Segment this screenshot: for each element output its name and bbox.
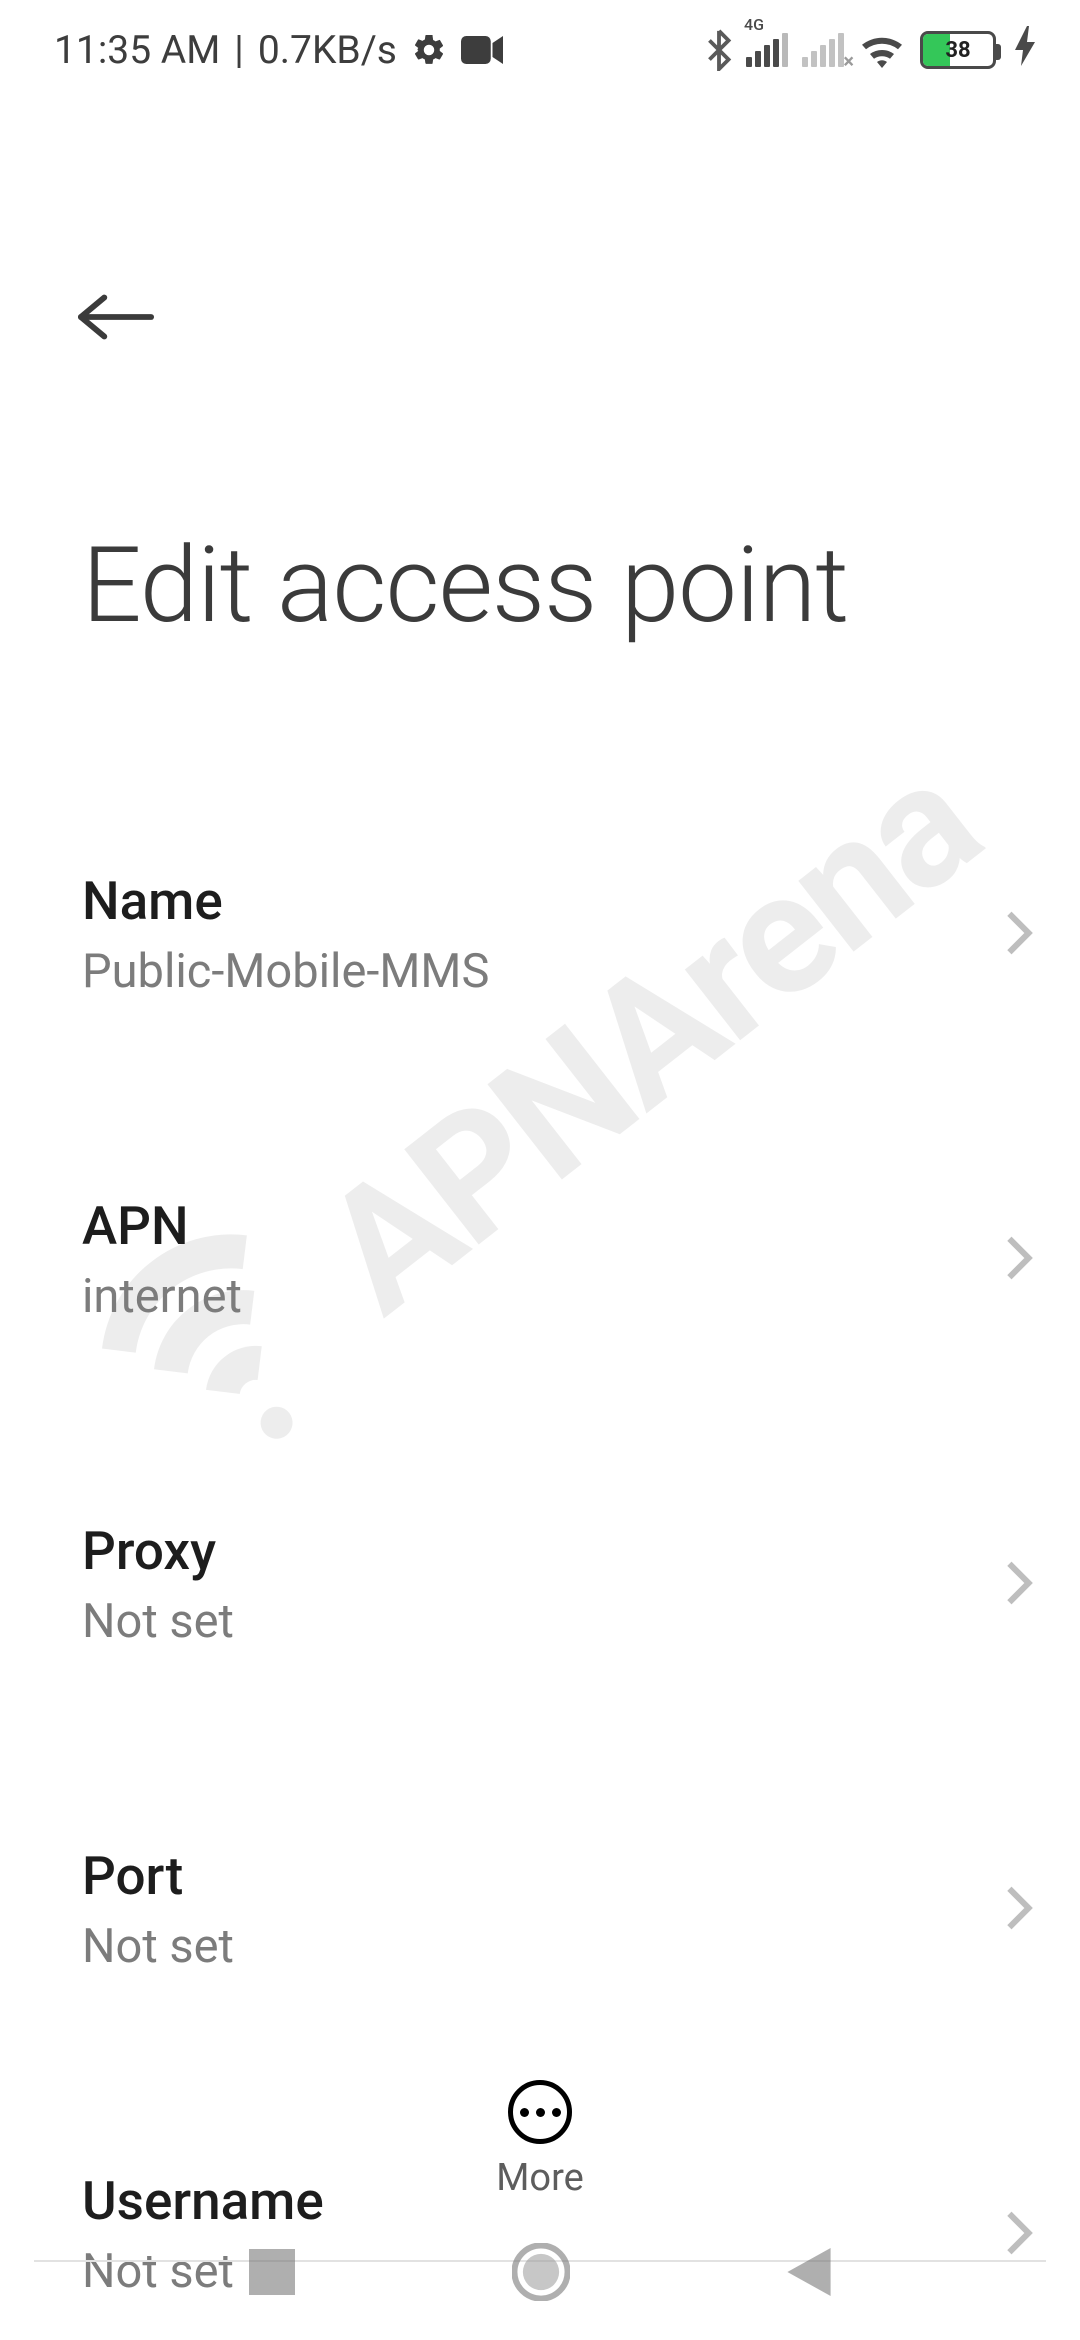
setting-label: Proxy <box>82 1520 938 1582</box>
setting-label: Port <box>82 1845 938 1907</box>
signal-1-icon: 4G <box>746 33 788 67</box>
chevron-right-icon <box>1004 1559 1034 1611</box>
charging-icon <box>1014 26 1036 75</box>
more-button[interactable]: More <box>0 2080 1080 2200</box>
nav-recent-button[interactable] <box>249 2249 295 2299</box>
back-button[interactable] <box>74 275 158 359</box>
camera-icon <box>461 35 503 65</box>
battery-percent: 38 <box>929 38 987 63</box>
more-icon <box>508 2080 572 2144</box>
status-separator: | <box>234 27 244 73</box>
setting-value: Public-Mobile-MMS <box>82 944 938 999</box>
setting-port[interactable]: Port Not set <box>82 1801 1034 2018</box>
circle-icon <box>512 2243 570 2301</box>
chevron-right-icon <box>1004 909 1034 961</box>
chevron-right-icon <box>1004 1884 1034 1936</box>
triangle-left-icon <box>787 2248 831 2296</box>
setting-value: Not set <box>82 1594 938 1649</box>
status-bar: 11:35 AM | 0.7KB/s 4G × 38 <box>0 0 1080 100</box>
signal-2-icon: × <box>802 33 844 67</box>
setting-value: Not set <box>82 1919 938 1974</box>
setting-label: APN <box>82 1195 938 1257</box>
bluetooth-icon <box>706 29 732 71</box>
setting-label: Name <box>82 870 938 932</box>
square-icon <box>249 2249 295 2295</box>
setting-name[interactable]: Name Public-Mobile-MMS <box>82 826 1034 1043</box>
wifi-icon <box>858 31 906 69</box>
arrow-left-icon <box>77 291 155 343</box>
status-net-speed: 0.7KB/s <box>258 27 397 73</box>
chevron-right-icon <box>1004 1234 1034 1286</box>
setting-proxy[interactable]: Proxy Not set <box>82 1476 1034 1693</box>
setting-value: internet <box>82 1269 938 1324</box>
nav-home-button[interactable] <box>512 2243 570 2305</box>
settings-icon <box>411 32 447 68</box>
battery-icon: 38 <box>920 31 996 69</box>
nav-back-button[interactable] <box>787 2248 831 2300</box>
system-navbar <box>0 2208 1080 2340</box>
more-label: More <box>496 2156 584 2200</box>
status-time: 11:35 AM <box>54 27 220 73</box>
setting-apn[interactable]: APN internet <box>82 1151 1034 1368</box>
page-title: Edit access point <box>82 524 848 647</box>
